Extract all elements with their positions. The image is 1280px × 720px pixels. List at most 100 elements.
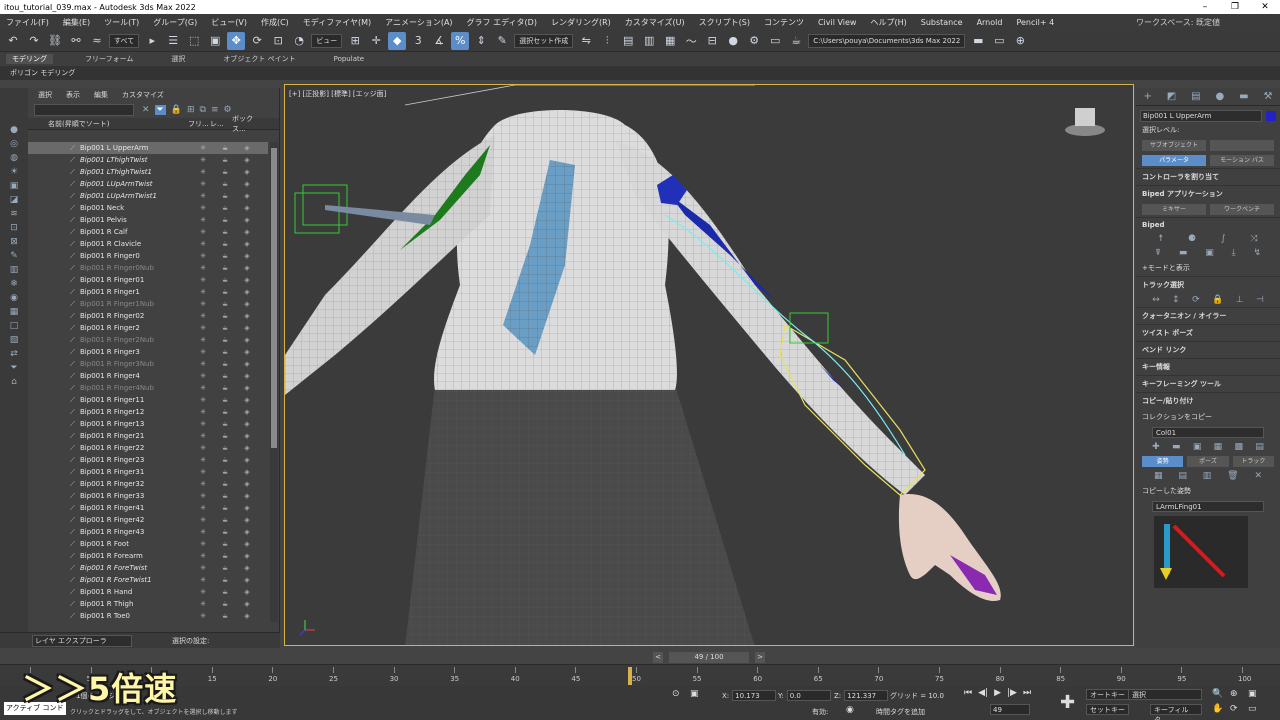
freeze-icon[interactable]: ✳ [192, 348, 214, 356]
restore-icon[interactable]: ❐ [1220, 0, 1250, 14]
track-selection-rollout[interactable]: トラック選択 [1136, 276, 1280, 293]
filter-toggle-icon[interactable]: ⏷ [154, 105, 166, 115]
freeze-icon[interactable]: ✳ [192, 156, 214, 164]
prev-key-icon[interactable]: ◀| [978, 688, 988, 698]
box-display-icon[interactable]: ◈ [236, 348, 258, 356]
scene-row[interactable]: ⟋ Bip001 R Clavicle ✳ ☕ ◈ [28, 238, 268, 250]
renderable-icon[interactable]: ☕ [214, 240, 236, 248]
box-display-icon[interactable]: ◈ [236, 384, 258, 392]
scene-row[interactable]: ⟋ Bip001 L UpperArm ✳ ☕ ◈ [28, 142, 268, 154]
freeze-icon[interactable]: ✳ [192, 204, 214, 212]
column-box[interactable]: ボックス... [232, 114, 254, 134]
z-coord-field[interactable]: 121.337 [844, 690, 889, 701]
scene-menu-item-0[interactable]: 選択 [38, 90, 52, 100]
box-display-icon[interactable]: ◈ [236, 180, 258, 188]
freeze-icon[interactable]: ✳ [192, 336, 214, 344]
x-coord-field[interactable]: 10.173 [732, 690, 777, 701]
max-load-icon[interactable]: ▤ [1255, 442, 1264, 452]
menu-item-7[interactable]: アニメーション(A) [385, 17, 452, 28]
y-coord-field[interactable]: 0.0 [786, 690, 831, 701]
box-display-icon[interactable]: ◈ [236, 168, 258, 176]
freeze-icon[interactable]: ✳ [192, 216, 214, 224]
scene-scroll-thumb[interactable] [271, 148, 277, 448]
box-display-icon[interactable]: ◈ [236, 552, 258, 560]
scene-row[interactable]: ⟋ Bip001 LThighTwist1 ✳ ☕ ◈ [28, 166, 268, 178]
renderable-icon[interactable]: ☕ [214, 612, 236, 620]
light-filter-icon[interactable]: ☀ [7, 167, 21, 177]
scene-row[interactable]: ⟋ Bip001 Neck ✳ ☕ ◈ [28, 202, 268, 214]
renderable-icon[interactable]: ☕ [214, 588, 236, 596]
curve-editor-icon[interactable]: 〜 [682, 32, 700, 50]
placement-icon[interactable]: ◔ [290, 32, 308, 50]
box-display-icon[interactable]: ◈ [236, 372, 258, 380]
renderable-icon[interactable]: ☕ [214, 420, 236, 428]
freeze-icon[interactable]: ✳ [192, 516, 214, 524]
play-icon[interactable]: ▶ [994, 688, 1001, 698]
box-display-icon[interactable]: ◈ [236, 360, 258, 368]
geometry-filter-icon[interactable]: ◎ [7, 139, 21, 149]
box-display-icon[interactable]: ◈ [236, 144, 258, 152]
pose-button[interactable]: 姿勢 [1142, 456, 1184, 467]
create-collection-icon[interactable]: ✚ [1152, 442, 1160, 452]
lock-com-icon[interactable]: 🔒 [1212, 295, 1223, 305]
motion-tab-icon[interactable]: ● [1216, 91, 1225, 102]
scene-row[interactable]: ⟋ Bip001 R Finger42 ✳ ☕ ◈ [28, 514, 268, 526]
track-button[interactable]: トラック [1232, 456, 1274, 467]
freeze-icon[interactable]: ✳ [192, 264, 214, 272]
renderable-icon[interactable]: ☕ [214, 216, 236, 224]
renderable-icon[interactable]: ☕ [214, 468, 236, 476]
scene-row[interactable]: ⟋ Bip001 R Finger2 ✳ ☕ ◈ [28, 322, 268, 334]
sub-object-button[interactable]: サブオブジェクト [1142, 140, 1206, 151]
frozen-filter-icon[interactable]: ❄ [7, 279, 21, 289]
opposite-icon[interactable]: ⊣ [1256, 295, 1264, 305]
object-name-field[interactable]: Bip001 L UpperArm [1140, 110, 1263, 122]
ribbon-tab-3[interactable]: オブジェクト ペイント [217, 54, 301, 64]
select-lock-icon[interactable]: ▣ [690, 689, 699, 699]
box-display-icon[interactable]: ◈ [236, 504, 258, 512]
layer-icon[interactable]: ⧉ [200, 105, 206, 115]
menu-item-3[interactable]: グループ(G) [153, 17, 197, 28]
scene-row[interactable]: ⟋ Bip001 R Finger21 ✳ ☕ ◈ [28, 430, 268, 442]
goto-end-icon[interactable]: ⏭ [1023, 688, 1031, 698]
sync-select-icon[interactable]: ⇄ [7, 349, 21, 359]
box-display-icon[interactable]: ◈ [236, 204, 258, 212]
renderable-icon[interactable]: ☕ [214, 180, 236, 188]
scene-row[interactable]: ⟋ Bip001 LThighTwist ✳ ☕ ◈ [28, 154, 268, 166]
menu-item-8[interactable]: グラフ エディタ(D) [467, 17, 537, 28]
bend-links-rollout[interactable]: ベンド リンク [1136, 341, 1280, 358]
ribbon-tab-1[interactable]: フリーフォーム [79, 54, 139, 64]
box-display-icon[interactable]: ◈ [236, 216, 258, 224]
xref-filter-icon[interactable]: ⊠ [7, 237, 21, 247]
align-icon[interactable]: ⫶ [598, 32, 616, 50]
freeze-icon[interactable]: ✳ [192, 396, 214, 404]
layer-explorer-dropdown[interactable]: レイヤ エクスプローラ [32, 634, 132, 647]
zoom-icon[interactable]: 🔍 [1212, 689, 1223, 699]
options-icon[interactable]: ⚙ [224, 105, 232, 115]
create-tab-icon[interactable]: + [1143, 91, 1151, 102]
scene-row[interactable]: ⟋ Bip001 R Finger0 ✳ ☕ ◈ [28, 250, 268, 262]
renderable-icon[interactable]: ☕ [214, 600, 236, 608]
footstep-mode-icon[interactable]: ⚈ [1188, 234, 1196, 244]
maximize-viewport-icon[interactable]: ▭ [1248, 704, 1257, 714]
snap-icon[interactable]: 3 [409, 32, 427, 50]
scene-row[interactable]: ⟋ Bip001 R Finger2Nub ✳ ☕ ◈ [28, 334, 268, 346]
ribbon-tab-4[interactable]: Populate [328, 55, 370, 63]
reference-coord-dropdown[interactable]: ビュー [311, 33, 343, 48]
scene-menu-item-1[interactable]: 表示 [66, 90, 80, 100]
controller-rollout[interactable]: コントローラを割り当て [1136, 168, 1280, 185]
box-display-icon[interactable]: ◈ [236, 456, 258, 464]
utilities-tab-icon[interactable]: ⚒ [1264, 91, 1273, 102]
biped-playback-icon[interactable]: ☤ [1155, 248, 1161, 258]
menu-item-0[interactable]: ファイル(F) [6, 17, 49, 28]
renderable-icon[interactable]: ☕ [214, 528, 236, 536]
renderable-icon[interactable]: ☕ [214, 264, 236, 272]
delete-all-poses-icon[interactable]: ✕ [1254, 471, 1262, 481]
freeze-icon[interactable]: ✳ [192, 372, 214, 380]
box-display-icon[interactable]: ◈ [236, 612, 258, 620]
workspace-label[interactable]: ワークスペース: 既定値 [1136, 17, 1220, 28]
box-display-icon[interactable]: ◈ [236, 540, 258, 548]
percent-snap-icon[interactable]: % [451, 31, 470, 50]
renderable-icon[interactable]: ☕ [214, 348, 236, 356]
motion-path-button[interactable]: モーション パス [1210, 155, 1274, 166]
rotate-icon[interactable]: ⟳ [248, 32, 266, 50]
